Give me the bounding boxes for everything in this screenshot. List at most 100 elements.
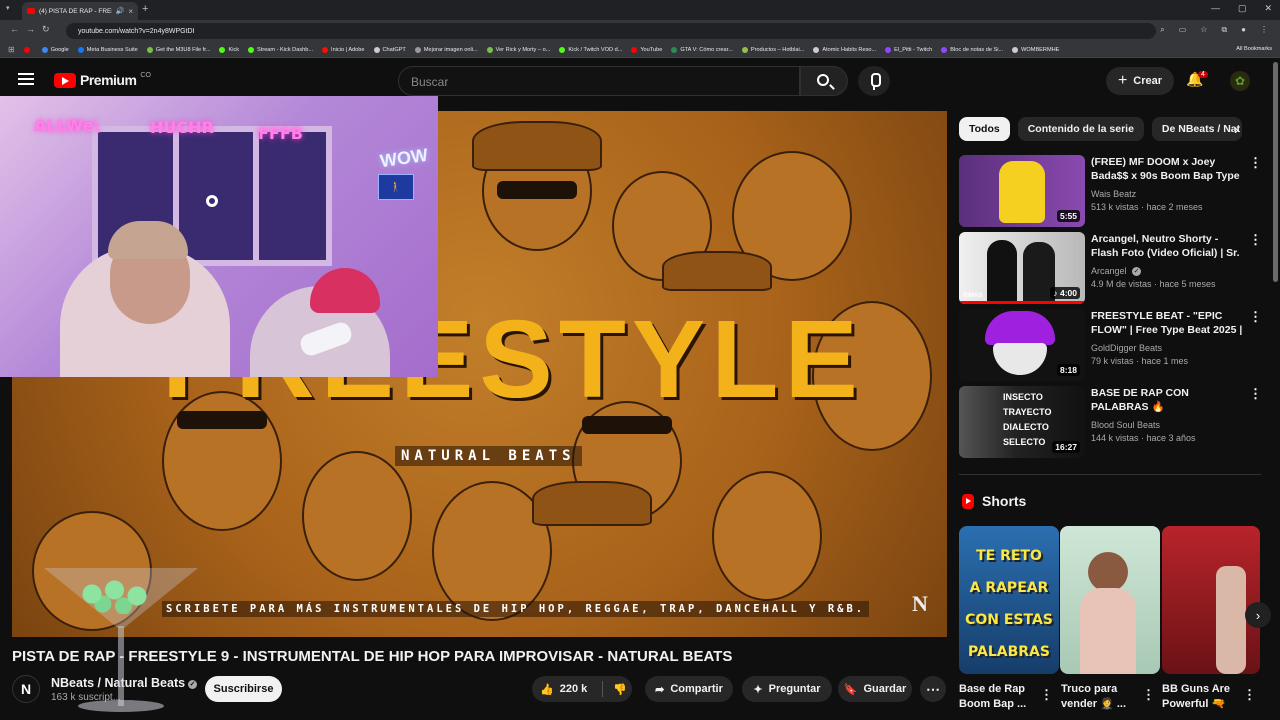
short-thumbnail[interactable]: TE RETO A RAPEAR CON ESTAS PALABRAS bbox=[959, 526, 1059, 674]
menu-icon[interactable]: ⋮ bbox=[1260, 25, 1268, 35]
apps-icon[interactable]: ⊞ bbox=[8, 45, 15, 54]
bookmark-item[interactable]: GTA V: Cómo crear... bbox=[671, 46, 733, 53]
chip-channel[interactable]: De NBeats / Nat bbox=[1151, 117, 1242, 141]
video-channel[interactable]: GoldDigger Beats bbox=[1091, 343, 1247, 353]
channel-avatar[interactable]: N bbox=[12, 675, 40, 703]
bookmark-item[interactable]: WOMBERMHE bbox=[1012, 46, 1059, 53]
sidebar-video[interactable]: RIMAS ♪ 4:00 Arcangel, Neutro Shorty - F… bbox=[959, 232, 1269, 304]
shorts-header: Shorts bbox=[962, 493, 1026, 509]
share-icon: ➦ bbox=[655, 683, 665, 696]
video-thumbnail[interactable]: 5:55 bbox=[959, 155, 1085, 227]
back-icon[interactable]: ← bbox=[10, 24, 19, 34]
short-menu-icon[interactable]: ⋮ bbox=[1243, 687, 1256, 703]
bookmark-item[interactable]: ChatGPT bbox=[373, 46, 406, 53]
search-button[interactable] bbox=[800, 66, 848, 96]
zoom-icon[interactable]: ⌕ bbox=[1160, 25, 1164, 35]
thumbnail-label: RIMAS bbox=[963, 293, 983, 299]
profile-icon[interactable]: ● bbox=[1241, 25, 1246, 35]
bookmark-item[interactable]: Productos – Hotblai... bbox=[741, 46, 804, 53]
bookmark-item[interactable]: Kick / Twitch VOD d... bbox=[559, 46, 622, 53]
tab-active[interactable]: (4) PISTA DE RAP - FREESTYLE 🔊 × bbox=[22, 2, 138, 20]
youtube-logo[interactable]: Premium CO bbox=[54, 72, 151, 88]
ask-button[interactable]: ✦ Preguntar bbox=[742, 676, 832, 702]
thumbs-down-icon[interactable]: 👎 bbox=[613, 683, 627, 696]
video-title[interactable]: BASE DE RAP CON PALABRAS 🔥 ENTRENAMIENTO… bbox=[1091, 386, 1247, 414]
chip-series[interactable]: Contenido de la serie bbox=[1017, 117, 1144, 141]
tab-search-icon[interactable]: ▾ bbox=[6, 4, 10, 12]
cast-icon[interactable]: ▭ bbox=[1179, 25, 1187, 35]
video-menu-icon[interactable]: ⋮ bbox=[1249, 386, 1262, 402]
save-button[interactable]: 🔖 Guardar bbox=[838, 676, 912, 702]
youtube-play-icon bbox=[54, 72, 76, 88]
bookmark-item[interactable]: Mejorar imagen onli... bbox=[414, 46, 478, 53]
chip-todos[interactable]: Todos bbox=[959, 117, 1010, 141]
bookmark-item[interactable]: Get the M3U8 File fr... bbox=[146, 46, 210, 53]
maximize-icon[interactable]: ▢ bbox=[1238, 3, 1247, 14]
bookmark-item[interactable]: Google bbox=[41, 46, 69, 53]
neon-sign-mid: HUCHR bbox=[150, 118, 214, 137]
bookmark-item[interactable]: Stream - Kick Dashb... bbox=[248, 46, 313, 53]
short-menu-icon[interactable]: ⋮ bbox=[1040, 687, 1053, 703]
video-menu-icon[interactable]: ⋮ bbox=[1249, 232, 1262, 248]
video-thumbnail[interactable]: INSECTO TRAYECTO DIALECTO SELECTO 16:27 bbox=[959, 386, 1085, 458]
chevron-right-icon[interactable]: › bbox=[1234, 121, 1239, 137]
extensions-icon[interactable]: ⧉ bbox=[1221, 25, 1227, 35]
short-title[interactable]: Base de Rap Boom Bap ... bbox=[959, 682, 1045, 712]
more-actions-icon[interactable]: ⋯ bbox=[920, 676, 946, 702]
video-menu-icon[interactable]: ⋮ bbox=[1249, 309, 1262, 325]
short-thumbnail[interactable] bbox=[1060, 526, 1160, 674]
short-title[interactable]: BB Guns Are Powerful 🔫 bbox=[1162, 682, 1248, 712]
video-meta: 513 k vistas · hace 2 meses bbox=[1091, 202, 1203, 212]
person-right-cap bbox=[310, 268, 380, 313]
short-menu-icon[interactable]: ⋮ bbox=[1142, 687, 1155, 703]
subscribe-button[interactable]: Suscribirse bbox=[205, 676, 282, 702]
forward-icon[interactable]: → bbox=[26, 24, 35, 34]
video-channel[interactable]: Wais Beatz bbox=[1091, 189, 1247, 199]
share-label: Compartir bbox=[670, 683, 723, 695]
like-button[interactable]: 👍 220 k 👎 bbox=[532, 676, 632, 702]
share-button[interactable]: ➦ Compartir bbox=[645, 676, 733, 702]
bookmark-item[interactable]: Bloc de notas de Si... bbox=[941, 46, 1003, 53]
video-title[interactable]: FREESTYLE BEAT - "EPIC FLOW" | Free Type… bbox=[1091, 309, 1247, 337]
short-thumbnail[interactable] bbox=[1162, 526, 1260, 674]
tab-audio-icon[interactable]: 🔊 bbox=[116, 7, 125, 15]
video-thumbnail[interactable]: 8:18 bbox=[959, 309, 1085, 381]
menu-hamburger-icon[interactable] bbox=[18, 73, 34, 85]
bookmark-item[interactable]: Atomic Habits Reso... bbox=[813, 46, 876, 53]
close-window-icon[interactable]: ✕ bbox=[1264, 3, 1272, 14]
natural-beats-watermark-icon: N bbox=[912, 591, 928, 616]
reload-icon[interactable]: ↻ bbox=[42, 24, 50, 35]
bookmark-item[interactable]: El_Pitti - Twitch bbox=[885, 46, 932, 53]
create-button[interactable]: + Crear bbox=[1106, 67, 1174, 95]
video-title[interactable]: (FREE) MF DOOM x Joey Bada$$ x 90s Boom … bbox=[1091, 155, 1247, 183]
video-channel[interactable]: Arcangel ✓ bbox=[1091, 266, 1247, 276]
video-menu-icon[interactable]: ⋮ bbox=[1249, 155, 1262, 171]
sidebar-video[interactable]: 5:55 (FREE) MF DOOM x Joey Bada$$ x 90s … bbox=[959, 155, 1269, 227]
cocktail-glass-overlay bbox=[44, 568, 198, 718]
video-channel[interactable]: Blood Soul Beats bbox=[1091, 420, 1247, 430]
voice-search-icon[interactable] bbox=[858, 66, 890, 96]
short-title[interactable]: Truco para vender 🤵 ... bbox=[1061, 682, 1147, 712]
tab-close-icon[interactable]: × bbox=[128, 7, 133, 16]
shorts-next-icon[interactable]: › bbox=[1245, 602, 1271, 628]
url-field[interactable]: youtube.com/watch?v=2n4y8WPGtDI bbox=[66, 23, 1156, 39]
all-bookmarks[interactable]: All Bookmarks bbox=[1236, 46, 1272, 52]
video-thumbnail[interactable]: RIMAS ♪ 4:00 bbox=[959, 232, 1085, 304]
star-icon[interactable]: ☆ bbox=[1200, 25, 1207, 35]
sidebar-video[interactable]: 8:18 FREESTYLE BEAT - "EPIC FLOW" | Free… bbox=[959, 309, 1269, 381]
bookmark-item[interactable]: Meta Business Suite bbox=[77, 46, 138, 53]
new-tab-button[interactable]: + bbox=[142, 3, 148, 15]
bookmark-item[interactable]: Inicio | Adobe bbox=[322, 46, 365, 53]
sidebar-video[interactable]: INSECTO TRAYECTO DIALECTO SELECTO 16:27 BAS… bbox=[959, 386, 1269, 458]
neon-sign-corner: WOW bbox=[378, 144, 430, 172]
minimize-icon[interactable]: — bbox=[1211, 3, 1220, 14]
bookmark-item[interactable]: Kick bbox=[219, 46, 239, 53]
bookmark-item[interactable]: YouTube bbox=[631, 46, 662, 53]
bookmark-item[interactable]: Ver Rick y Morty – o... bbox=[486, 46, 550, 53]
avatar[interactable]: ✿ bbox=[1230, 71, 1250, 91]
like-divider bbox=[602, 681, 603, 697]
page-scrollbar[interactable] bbox=[1273, 62, 1278, 282]
bookmark-item[interactable] bbox=[23, 46, 33, 53]
search-input[interactable]: Buscar bbox=[398, 66, 800, 96]
video-title[interactable]: Arcangel, Neutro Shorty - Flash Foto (Vi… bbox=[1091, 232, 1247, 260]
